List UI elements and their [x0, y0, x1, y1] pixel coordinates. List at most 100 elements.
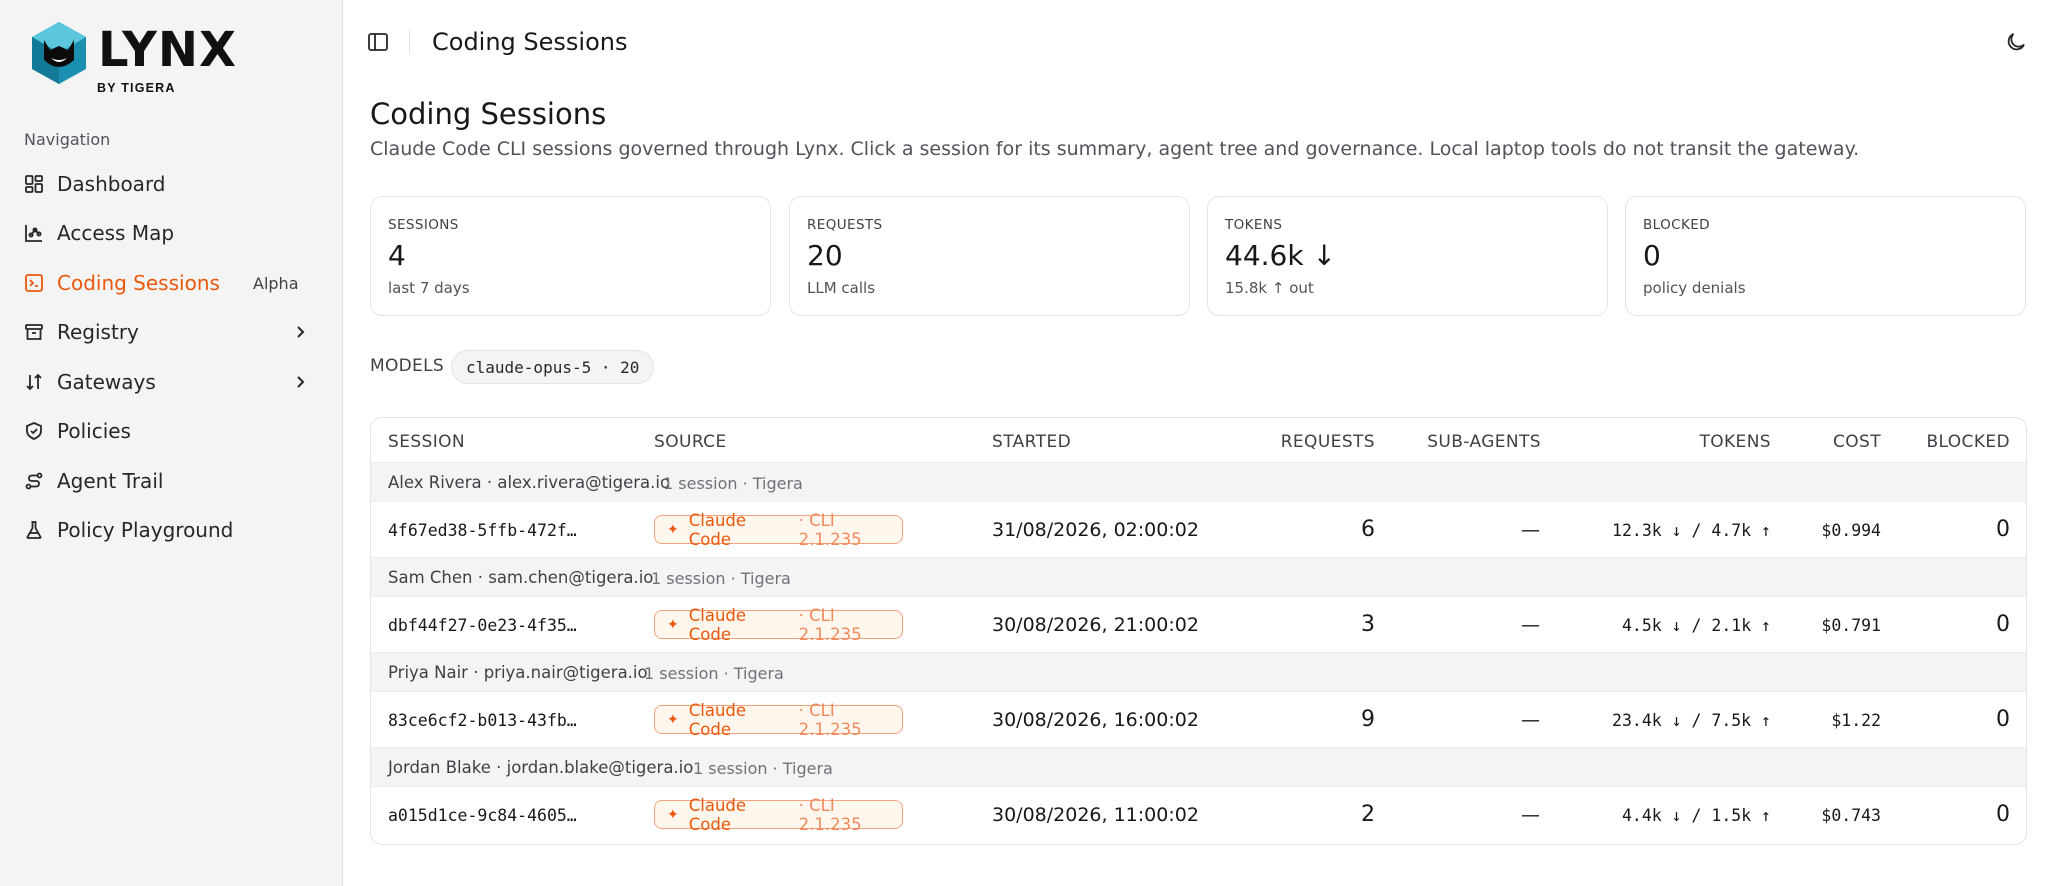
- sidebar-item-label: Coding Sessions: [57, 271, 220, 295]
- user-group-header: Alex Rivera · alex.rivera@tigera.io 1 se…: [371, 462, 2026, 502]
- brand-byline: BY TIGERA: [97, 81, 176, 95]
- sub-agents-count: —: [1521, 804, 1540, 826]
- sparkle-icon: ✦: [667, 806, 679, 823]
- user-name-email: Sam Chen · sam.chen@tigera.io: [388, 568, 654, 587]
- stat-card-blocked: BLOCKED 0 policy denials: [1625, 196, 2026, 316]
- sidebar-item-registry[interactable]: Registry: [24, 312, 318, 352]
- sidebar-item-policies[interactable]: Policies: [24, 411, 318, 451]
- user-group-header: Sam Chen · sam.chen@tigera.io 1 session …: [371, 557, 2026, 597]
- arrows-up-down-icon: [24, 372, 44, 392]
- shield-check-icon: [24, 421, 44, 441]
- sidebar: LYNX BY TIGERA Navigation Dashboard Acce…: [0, 0, 343, 886]
- user-group-header: Priya Nair · priya.nair@tigera.io 1 sess…: [371, 652, 2026, 692]
- chevron-right-icon[interactable]: [290, 322, 310, 342]
- source-name: Claude Code: [688, 510, 747, 549]
- sidebar-item-label: Gateways: [57, 370, 156, 394]
- sidebar-item-label: Access Map: [57, 221, 175, 245]
- session-id[interactable]: 4f67ed38-5ffb-472f…: [388, 521, 577, 540]
- column-header-tokens[interactable]: TOKENS: [1699, 432, 1771, 452]
- requests-count: 9: [1361, 707, 1375, 732]
- stat-value: 20: [807, 239, 843, 272]
- column-header-source[interactable]: SOURCE: [654, 432, 727, 452]
- session-id[interactable]: a015d1ce-9c84-4605…: [388, 806, 577, 825]
- started-time: 30/08/2026, 21:00:02: [992, 614, 1199, 636]
- cost-value: $0.791: [1821, 616, 1881, 635]
- sidebar-toggle-icon[interactable]: [366, 30, 390, 54]
- sidebar-item-coding-sessions[interactable]: Coding Sessions Alpha: [24, 263, 318, 303]
- source-name: Claude Code: [688, 700, 747, 739]
- session-id[interactable]: 83ce6cf2-b013-43fb…: [388, 711, 577, 730]
- page-title: Coding Sessions: [370, 97, 607, 131]
- source-badge: ✦ Claude Code · CLI 2.1.235: [654, 606, 903, 644]
- cost-value: $0.743: [1821, 806, 1881, 825]
- session-id[interactable]: dbf44f27-0e23-4f35…: [388, 616, 577, 635]
- sidebar-item-access-map[interactable]: Access Map: [24, 213, 318, 253]
- chart-icon: [24, 223, 44, 243]
- stat-label: BLOCKED: [1643, 217, 1710, 233]
- top-bar: Coding Sessions: [344, 0, 2048, 84]
- requests-count: 3: [1361, 612, 1375, 637]
- source-name: Claude Code: [688, 795, 747, 834]
- header-title: Coding Sessions: [432, 28, 628, 56]
- stat-value: 0: [1643, 239, 1661, 272]
- tokens-value: 12.3k ↓ / 4.7k ↑: [1612, 521, 1771, 540]
- chevron-right-icon[interactable]: [290, 372, 310, 392]
- stat-value: 4: [388, 239, 406, 272]
- stat-label: SESSIONS: [388, 217, 459, 233]
- table-row[interactable]: 83ce6cf2-b013-43fb… ✦ Claude Code · CLI 2.…: [371, 692, 2026, 747]
- column-header-blocked[interactable]: BLOCKED: [1926, 432, 2010, 452]
- user-name-email: Alex Rivera · alex.rivera@tigera.io: [388, 473, 671, 492]
- source-badge: ✦ Claude Code · CLI 2.1.235: [654, 701, 903, 739]
- sidebar-item-gateways[interactable]: Gateways: [24, 362, 318, 402]
- header-divider: [409, 30, 410, 54]
- stat-card-tokens: TOKENS 44.6k ↓ 15.8k ↑ out: [1207, 196, 1608, 316]
- sessions-table: SESSION SOURCE STARTED REQUESTS SUB-AGEN…: [370, 417, 2027, 845]
- column-header-session[interactable]: SESSION: [388, 432, 465, 452]
- cost-value: $1.22: [1831, 711, 1881, 730]
- table-row[interactable]: dbf44f27-0e23-4f35… ✦ Claude Code · CLI 2.…: [371, 597, 2026, 652]
- flask-icon: [24, 520, 44, 540]
- sidebar-item-label: Dashboard: [57, 172, 166, 196]
- page-subtitle: Claude Code CLI sessions governed throug…: [370, 138, 1860, 160]
- model-chip[interactable]: claude-opus-5 · 20: [451, 350, 655, 384]
- sidebar-item-agent-trail[interactable]: Agent Trail: [24, 461, 318, 501]
- column-header-started[interactable]: STARTED: [992, 432, 1071, 452]
- dashboard-icon: [24, 174, 44, 194]
- sidebar-item-policy-playground[interactable]: Policy Playground: [24, 510, 318, 550]
- user-group-meta: 1 session · Tigera: [663, 474, 803, 493]
- requests-count: 6: [1361, 517, 1375, 542]
- column-header-sub-agents[interactable]: SUB-AGENTS: [1427, 432, 1541, 452]
- user-group-meta: 1 session · Tigera: [651, 569, 791, 588]
- stat-sub: policy denials: [1643, 279, 1746, 297]
- stat-label: REQUESTS: [807, 217, 883, 233]
- column-header-requests[interactable]: REQUESTS: [1281, 432, 1375, 452]
- user-group-meta: 1 session · Tigera: [644, 664, 784, 683]
- archive-icon: [24, 322, 44, 342]
- sparkle-icon: ✦: [667, 521, 679, 538]
- blocked-count: 0: [1996, 707, 2010, 732]
- sidebar-item-label: Policy Playground: [57, 518, 234, 542]
- tokens-value: 23.4k ↓ / 7.5k ↑: [1612, 711, 1771, 730]
- requests-count: 2: [1361, 802, 1375, 827]
- brand-name: LYNX: [98, 22, 238, 78]
- user-name-email: Jordan Blake · jordan.blake@tigera.io: [388, 758, 694, 777]
- sparkle-icon: ✦: [667, 616, 679, 633]
- user-group-meta: 1 session · Tigera: [693, 759, 833, 778]
- lynx-logo[interactable]: LYNX BY TIGERA: [28, 20, 236, 95]
- user-group-header: Jordan Blake · jordan.blake@tigera.io 1 …: [371, 747, 2026, 787]
- sidebar-item-label: Policies: [57, 419, 131, 443]
- table-row[interactable]: a015d1ce-9c84-4605… ✦ Claude Code · CLI 2.…: [371, 787, 2026, 842]
- stat-sub: 15.8k ↑ out: [1225, 279, 1314, 297]
- source-version: · CLI 2.1.235: [798, 795, 862, 834]
- sub-agents-count: —: [1521, 519, 1540, 541]
- blocked-count: 0: [1996, 517, 2010, 542]
- moon-icon[interactable]: [2004, 30, 2028, 54]
- tokens-value: 4.4k ↓ / 1.5k ↑: [1621, 806, 1771, 825]
- tokens-value: 4.5k ↓ / 2.1k ↑: [1621, 616, 1771, 635]
- table-row[interactable]: 4f67ed38-5ffb-472f… ✦ Claude Code · CLI 2.…: [371, 502, 2026, 557]
- alpha-badge: Alpha: [253, 273, 299, 293]
- sidebar-item-dashboard[interactable]: Dashboard: [24, 164, 318, 204]
- column-header-cost[interactable]: COST: [1833, 432, 1881, 452]
- started-time: 30/08/2026, 16:00:02: [992, 709, 1199, 731]
- stat-sub: last 7 days: [388, 279, 470, 297]
